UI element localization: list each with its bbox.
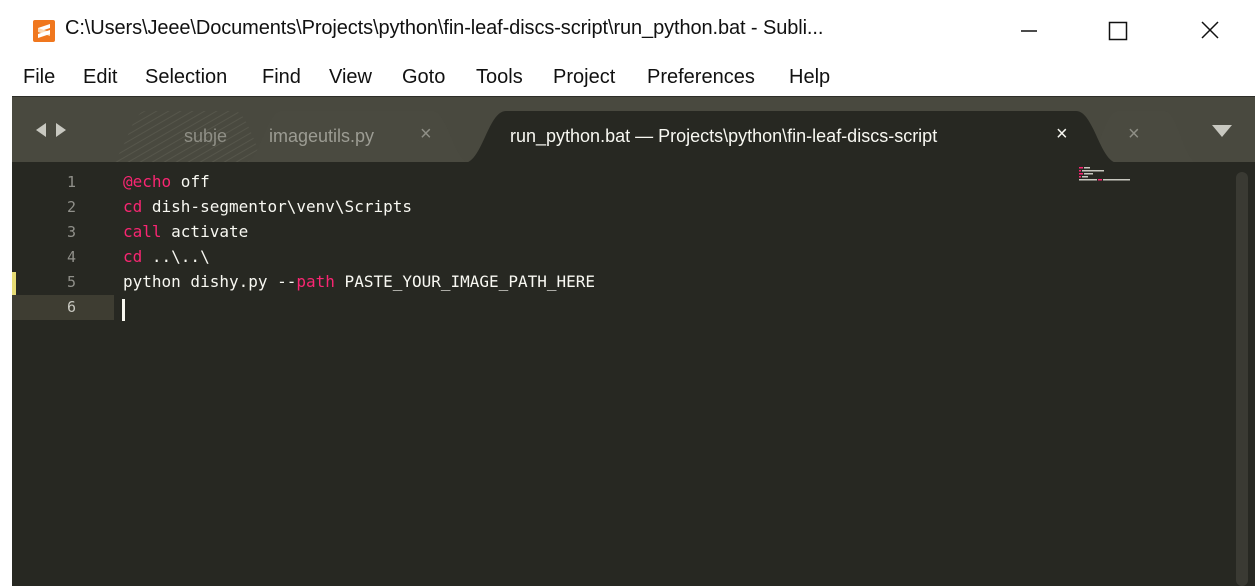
text-token: off: [171, 172, 210, 191]
tab-label: run_python.bat — Projects\python\fin-lea…: [510, 126, 938, 146]
tab-label: imageutils.py: [269, 126, 375, 146]
menu-view[interactable]: View: [329, 66, 372, 89]
menu-tools[interactable]: Tools: [476, 66, 523, 89]
text-cursor: [122, 299, 125, 321]
minimize-button[interactable]: [997, 0, 1061, 62]
tab-partial[interactable]: ×: [1092, 111, 1192, 163]
menu-find[interactable]: Find: [262, 66, 301, 89]
tab-imageutils[interactable]: imageutils.py ×: [252, 111, 462, 163]
menu-file[interactable]: File: [23, 66, 55, 89]
text-token: activate: [161, 222, 249, 241]
menu-bar: File Edit Selection Find View Goto Tools…: [0, 62, 1255, 96]
maximize-button[interactable]: [1086, 0, 1150, 62]
close-icon: [1201, 21, 1219, 39]
line-number: 5: [66, 273, 76, 291]
text-token: ..\..\: [142, 247, 210, 266]
code-line[interactable]: cd dish-segmentor\venv\Scripts: [123, 197, 412, 216]
code-editor[interactable]: 1 2 3 4 5 6 @echo off cd dish-segmentor\venv\S…: [12, 162, 1255, 586]
menu-goto[interactable]: Goto: [402, 66, 445, 89]
code-line[interactable]: python dishy.py --path PASTE_YOUR_IMAGE_…: [123, 272, 595, 291]
sublime-text-icon: [33, 20, 55, 42]
tab-close-icon[interactable]: ×: [1056, 123, 1068, 146]
title-bar: C:\Users\Jeee\Documents\Projects\python\…: [0, 0, 1255, 62]
minimap[interactable]: [1079, 166, 1179, 188]
line-number: 2: [66, 198, 76, 216]
close-window-button[interactable]: [1178, 0, 1242, 62]
keyword-token: cd: [123, 197, 143, 216]
modified-line-marker: [12, 272, 16, 295]
text-token: PASTE_YOUR_IMAGE_PATH_HERE: [334, 272, 596, 291]
tab-list-dropdown-icon[interactable]: [1210, 121, 1234, 141]
minimize-icon: [1021, 30, 1037, 32]
code-line[interactable]: @echo off: [123, 172, 210, 191]
line-number: 4: [66, 248, 76, 266]
line-number: 6: [66, 298, 76, 316]
menu-selection[interactable]: Selection: [145, 66, 227, 89]
tab-label: subje: [184, 126, 228, 146]
menu-preferences[interactable]: Preferences: [647, 66, 755, 89]
tab-run-python-bat[interactable]: run_python.bat — Projects\python\fin-lea…: [478, 111, 1112, 163]
tab-close-icon[interactable]: ×: [420, 123, 432, 146]
menu-project[interactable]: Project: [553, 66, 615, 89]
window-title: C:\Users\Jeee\Documents\Projects\python\…: [65, 17, 824, 39]
menu-edit[interactable]: Edit: [83, 66, 117, 89]
line-number: 1: [66, 173, 76, 191]
menu-help[interactable]: Help: [789, 66, 830, 89]
keyword-token: path: [296, 272, 335, 291]
text-token: dish-segmentor\venv\Scripts: [142, 197, 412, 216]
tab-close-icon[interactable]: ×: [1128, 123, 1140, 146]
code-line[interactable]: cd ..\..\: [123, 247, 210, 266]
text-token: python dishy.py --: [123, 272, 297, 291]
keyword-token: @echo: [123, 172, 172, 191]
keyword-token: cd: [123, 247, 143, 266]
vertical-scrollbar[interactable]: [1236, 172, 1248, 586]
tab-bar: subje imageutils.py × run_python.bat — P…: [12, 96, 1255, 163]
keyword-token: call: [123, 222, 162, 241]
line-number: 3: [66, 223, 76, 241]
maximize-icon: [1108, 21, 1128, 41]
code-line[interactable]: call activate: [123, 222, 248, 241]
